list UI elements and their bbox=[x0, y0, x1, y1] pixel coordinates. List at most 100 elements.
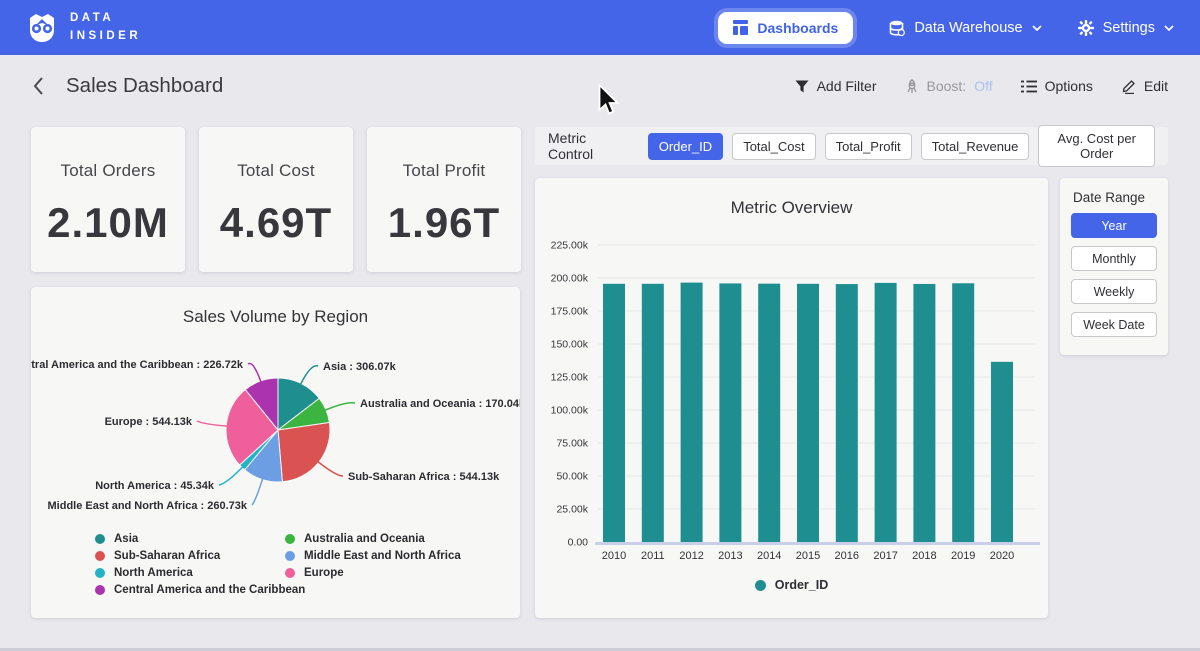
svg-text:125.00k: 125.00k bbox=[551, 372, 589, 384]
svg-text:2012: 2012 bbox=[679, 550, 703, 562]
svg-text:2015: 2015 bbox=[796, 550, 820, 562]
options-button[interactable]: Options bbox=[1021, 78, 1093, 94]
pie-label: Asia : 306.07k bbox=[323, 361, 397, 373]
bar-2012 bbox=[681, 283, 703, 542]
svg-text:50.00k: 50.00k bbox=[556, 471, 588, 483]
pie-legend-item: Middle East and North Africa bbox=[285, 547, 461, 564]
svg-text:2014: 2014 bbox=[757, 550, 781, 562]
boost-label: Boost: bbox=[927, 78, 967, 94]
brand-text: DATA INSIDER bbox=[70, 10, 141, 45]
date-range-monthly[interactable]: Monthly bbox=[1071, 246, 1157, 271]
page-header: Sales Dashboard Add Filter Boost: Off bbox=[0, 55, 1200, 117]
legend-label: Europe bbox=[304, 567, 344, 579]
bar-2018 bbox=[913, 284, 935, 542]
pie-legend-column-1: AsiaSub-Saharan AfricaNorth AmericaCentr… bbox=[95, 530, 305, 598]
metric-chip-total-revenue[interactable]: Total_Revenue bbox=[921, 133, 1030, 160]
pie-legend-column-2: Australia and Oceania Middle East and Nor… bbox=[285, 530, 461, 581]
legend-label: Sub-Saharan Africa bbox=[114, 550, 220, 562]
bar-chart: 0.00 25.00k 50.00k 75.00k 100.00k 125.00k 150.… bbox=[540, 230, 1040, 570]
owl-logo-icon bbox=[26, 12, 58, 44]
legend-dot bbox=[95, 585, 105, 595]
legend-dot bbox=[755, 580, 766, 591]
legend-label: Central America and the Caribbean bbox=[114, 584, 305, 596]
legend-label: Asia bbox=[114, 533, 138, 545]
data-warehouse-menu[interactable]: Data Warehouse bbox=[889, 20, 1041, 36]
kpi-label: Total Cost bbox=[199, 161, 353, 181]
legend-label: Australia and Oceania bbox=[304, 533, 425, 545]
legend-dot bbox=[95, 551, 105, 561]
rocket-icon bbox=[905, 79, 919, 94]
chevron-left-icon bbox=[32, 76, 44, 96]
chevron-down-icon bbox=[1032, 25, 1042, 31]
pie-legend-item: Sub-Saharan Africa bbox=[95, 547, 305, 564]
pie-legend-item: Asia bbox=[95, 530, 305, 547]
pie-chart-title: Sales Volume by Region bbox=[31, 287, 520, 327]
sales-volume-card: Sales Volume by Region Asia : 306.07k Aus… bbox=[31, 287, 520, 618]
svg-text:25.00k: 25.00k bbox=[556, 504, 588, 516]
add-filter-button[interactable]: Add Filter bbox=[795, 78, 877, 94]
date-range-label: Date Range bbox=[1073, 190, 1168, 205]
boost-value: Off bbox=[974, 78, 992, 94]
svg-text:0.00: 0.00 bbox=[568, 537, 589, 549]
dashboards-button[interactable]: Dashboards bbox=[718, 12, 853, 44]
date-range-year[interactable]: Year bbox=[1071, 213, 1157, 238]
date-range-week-date[interactable]: Week Date bbox=[1071, 312, 1157, 337]
edit-label: Edit bbox=[1144, 78, 1168, 94]
pie-legend-item: Europe bbox=[285, 564, 461, 581]
settings-menu[interactable]: Settings bbox=[1078, 20, 1174, 36]
bar-2011 bbox=[642, 284, 664, 542]
bar-chart-title: Metric Overview bbox=[535, 178, 1048, 218]
metric-chip-order-id[interactable]: Order_ID bbox=[648, 133, 723, 160]
legend-dot bbox=[95, 534, 105, 544]
bar-2016 bbox=[836, 284, 858, 542]
back-button[interactable] bbox=[32, 76, 44, 96]
svg-text:150.00k: 150.00k bbox=[551, 339, 589, 351]
bar-2013 bbox=[719, 283, 741, 542]
date-range-weekly[interactable]: Weekly bbox=[1071, 279, 1157, 304]
database-icon bbox=[889, 20, 905, 36]
metric-chip-total-profit[interactable]: Total_Profit bbox=[825, 133, 912, 160]
svg-text:75.00k: 75.00k bbox=[556, 438, 588, 450]
chevron-down-icon bbox=[1164, 25, 1174, 31]
date-range-card: Date Range Year Monthly Weekly Week Date bbox=[1060, 178, 1168, 355]
edit-button[interactable]: Edit bbox=[1121, 78, 1168, 94]
svg-text:2010: 2010 bbox=[602, 550, 626, 562]
svg-text:2020: 2020 bbox=[990, 550, 1014, 562]
metric-chip-total-cost[interactable]: Total_Cost bbox=[732, 133, 815, 160]
brand-logo: DATA INSIDER bbox=[26, 10, 141, 45]
filter-funnel-icon bbox=[795, 80, 809, 93]
pie-label: Australia and Oceania : 170.04k bbox=[360, 398, 520, 410]
pie-legend-item: Central America and the Caribbean bbox=[95, 581, 305, 598]
pie-slice-sub-saharan-africa bbox=[278, 423, 330, 482]
svg-text:2011: 2011 bbox=[641, 550, 665, 562]
pie-label: North America : 45.34k bbox=[95, 480, 215, 492]
boost-toggle[interactable]: Boost: Off bbox=[905, 78, 993, 94]
bar-2019 bbox=[952, 283, 974, 542]
dashboards-label: Dashboards bbox=[757, 20, 838, 36]
svg-text:2019: 2019 bbox=[951, 550, 975, 562]
bar-2010 bbox=[603, 284, 625, 542]
pie-label: Europe : 544.13k bbox=[105, 416, 193, 428]
legend-dot bbox=[285, 534, 295, 544]
dashboards-grid-icon bbox=[733, 20, 748, 35]
metric-chip-avg-cost-per-order[interactable]: Avg. Cost per Order bbox=[1038, 125, 1155, 167]
svg-text:100.00k: 100.00k bbox=[551, 405, 589, 417]
svg-text:225.00k: 225.00k bbox=[551, 240, 589, 252]
bar-2017 bbox=[875, 283, 897, 542]
svg-text:2017: 2017 bbox=[873, 550, 897, 562]
svg-text:175.00k: 175.00k bbox=[551, 306, 589, 318]
svg-text:2016: 2016 bbox=[835, 550, 859, 562]
svg-text:2018: 2018 bbox=[912, 550, 936, 562]
legend-dot bbox=[285, 551, 295, 561]
kpi-label: Total Orders bbox=[31, 161, 185, 181]
legend-series-label: Order_ID bbox=[775, 578, 829, 592]
metric-overview-card: Metric Overview 0.00 25.00k 50.00k 75.00k 10… bbox=[535, 178, 1048, 618]
bar-2020 bbox=[991, 362, 1013, 542]
pie-chart: Asia : 306.07k Australia and Oceania : 17… bbox=[31, 335, 520, 527]
legend-label: Middle East and North Africa bbox=[304, 550, 461, 562]
bar-2015 bbox=[797, 284, 819, 542]
kpi-card-total-orders: Total Orders 2.10M bbox=[31, 127, 185, 272]
kpi-value: 2.10M bbox=[31, 199, 185, 247]
svg-text:200.00k: 200.00k bbox=[551, 273, 589, 285]
kpi-card-total-profit: Total Profit1.96T bbox=[367, 127, 521, 272]
